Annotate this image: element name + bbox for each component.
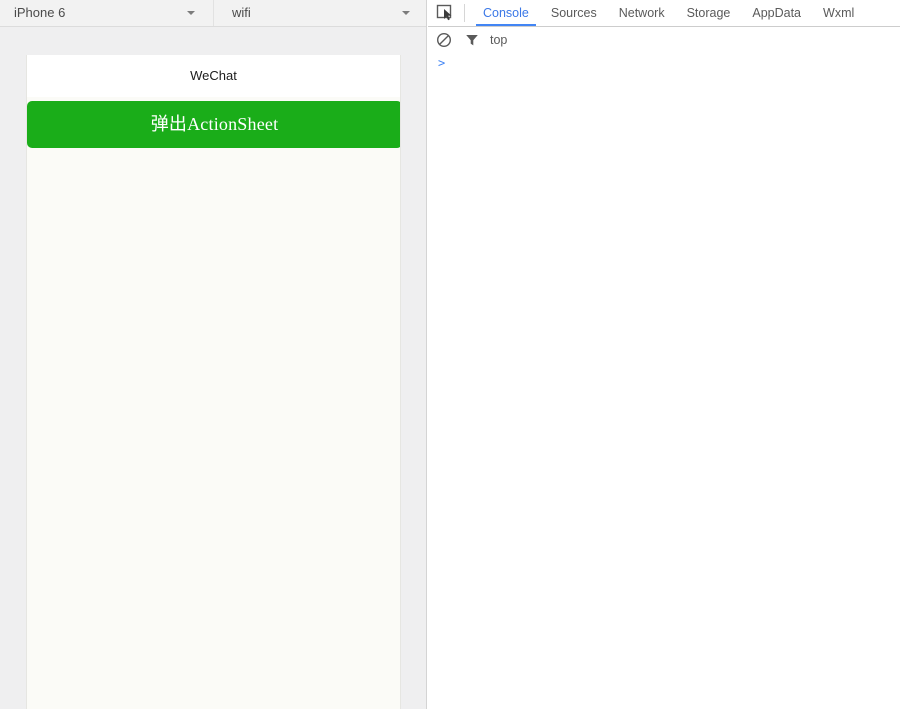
toolbar-divider	[464, 4, 465, 22]
network-select[interactable]: wifi	[213, 0, 426, 26]
chevron-down-icon	[187, 11, 195, 15]
page-body: 弹出ActionSheet	[27, 97, 400, 709]
tab-appdata[interactable]: AppData	[741, 0, 812, 26]
console-context-select[interactable]: top	[490, 27, 690, 53]
tab-wxml[interactable]: Wxml	[812, 0, 865, 26]
inspect-element-icon[interactable]	[436, 4, 456, 22]
network-select-value: wifi	[232, 5, 251, 20]
simulator-toolbar: iPhone 6 wifi	[0, 0, 426, 27]
pop-actionsheet-button[interactable]: 弹出ActionSheet	[27, 101, 400, 148]
console-input-prompt[interactable]: >	[428, 53, 900, 73]
filter-icon[interactable]	[464, 32, 480, 48]
console-context-value: top	[490, 33, 508, 47]
device-select[interactable]: iPhone 6	[0, 0, 213, 26]
device-select-value: iPhone 6	[14, 5, 66, 20]
simulator-stage: WeChat 弹出ActionSheet	[0, 27, 425, 709]
tab-sources[interactable]: Sources	[540, 0, 608, 26]
devtools-tabbar: Console Sources Network Storage AppData …	[428, 0, 900, 27]
phone-screen: WeChat 弹出ActionSheet	[26, 55, 401, 709]
chevron-down-icon	[402, 11, 410, 15]
tab-network[interactable]: Network	[608, 0, 676, 26]
devtools-panel: Console Sources Network Storage AppData …	[428, 0, 900, 709]
devtools-tab-list: Console Sources Network Storage AppData …	[472, 0, 865, 26]
tab-console[interactable]: Console	[472, 0, 540, 26]
simulator-panel: iPhone 6 wifi WeChat 弹出ActionSheet	[0, 0, 427, 709]
console-output[interactable]: >	[428, 53, 900, 709]
clear-console-icon[interactable]	[436, 32, 452, 48]
page-title: WeChat	[27, 55, 400, 97]
tab-storage[interactable]: Storage	[676, 0, 742, 26]
devtool-window: iPhone 6 wifi WeChat 弹出ActionSheet Conso…	[0, 0, 900, 709]
console-toolbar: top Preserve log	[428, 27, 900, 54]
